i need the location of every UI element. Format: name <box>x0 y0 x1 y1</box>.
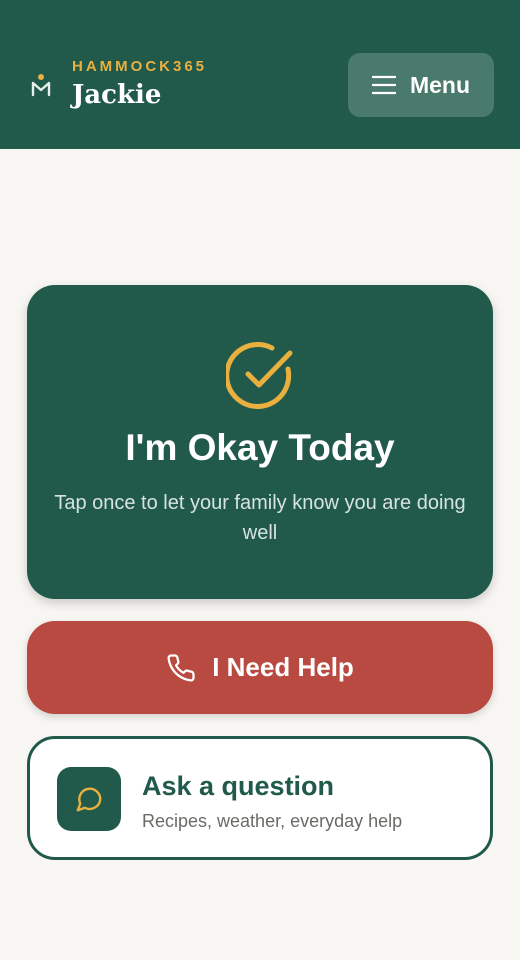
chat-bubble-icon <box>76 787 102 812</box>
ask-question-button[interactable]: Ask a question Recipes, weather, everyda… <box>27 736 493 860</box>
chat-icon-tile <box>57 767 121 831</box>
ok-card-subtitle: Tap once to let your family know you are… <box>54 492 466 544</box>
check-circle-icon <box>226 342 293 409</box>
user-name: Jackie <box>72 80 162 110</box>
need-help-label: I Need Help <box>212 652 354 682</box>
app-header: HAMMOCK365 Jackie Menu <box>0 0 520 149</box>
ok-card-title: I'm Okay Today <box>125 427 395 468</box>
brand-name: HAMMOCK365 <box>72 58 208 75</box>
menu-button[interactable]: Menu <box>348 53 494 117</box>
im-okay-button[interactable]: I'm Okay Today Tap once to let your fami… <box>27 285 493 599</box>
need-help-button[interactable]: I Need Help <box>27 621 493 714</box>
phone-icon <box>167 653 195 681</box>
hamburger-icon <box>371 75 396 95</box>
menu-label: Menu <box>409 71 471 98</box>
ask-card-subtitle: Recipes, weather, everyday help <box>142 811 403 831</box>
ask-card-title: Ask a question <box>142 771 335 801</box>
hammock-logo-icon <box>31 74 51 97</box>
